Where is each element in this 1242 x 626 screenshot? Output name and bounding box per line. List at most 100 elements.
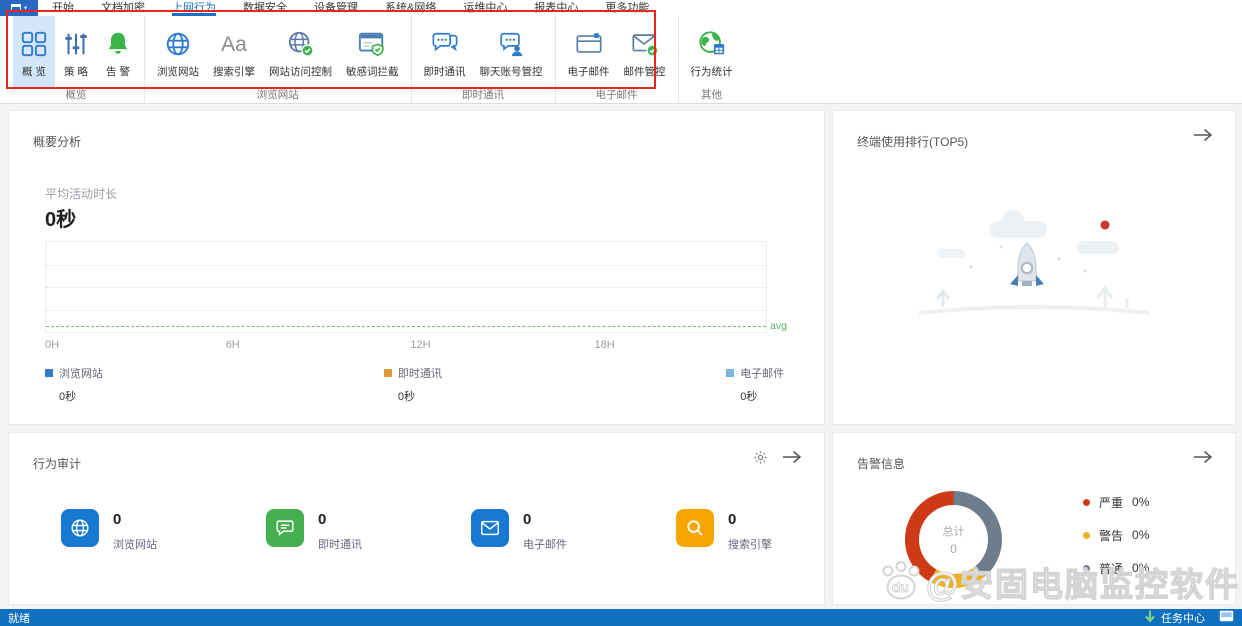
globe-icon: [164, 27, 192, 61]
chat-user-icon: [497, 27, 525, 61]
tab-report-center[interactable]: 报表中心: [534, 0, 578, 16]
monitor-icon[interactable]: [1219, 610, 1234, 625]
tab-device-management[interactable]: 设备管理: [314, 0, 358, 16]
activity-line-chart: avg: [45, 241, 767, 333]
gear-icon[interactable]: [753, 450, 768, 465]
arrow-right-icon[interactable]: [1193, 127, 1213, 143]
audit-stat-email: 0 电子邮件: [471, 509, 676, 552]
legend-value: 0秒: [398, 388, 442, 404]
metric-value: 0秒: [45, 203, 76, 232]
legend-value: 0%: [1132, 495, 1149, 509]
x-tick: 6H: [226, 339, 240, 351]
legend-swatch: [726, 369, 734, 377]
menu-tabs: 开始 文档加密 上网行为 数据安全 设备管理 系统&网络 运维中心 报表中心 更…: [52, 0, 649, 16]
app-window-icon: [11, 4, 21, 12]
legend-dot: [1083, 532, 1090, 539]
x-axis-ticks: 0H 6H 12H 18H: [45, 339, 767, 353]
alert-info-panel: 告警信息 总计 0 严重 0%: [832, 432, 1236, 605]
ribbon-item-search-engine[interactable]: Aa 搜索引擎: [206, 16, 262, 88]
tab-doc-encryption[interactable]: 文档加密: [101, 0, 145, 16]
average-line: [46, 326, 766, 327]
summary-analysis-panel: 概要分析 平均活动时长 0秒 avg 0H 6H 12H 18H: [8, 110, 825, 425]
legend-item: 浏览网站 0秒: [45, 365, 103, 404]
arrow-right-icon[interactable]: [1193, 449, 1213, 465]
ribbon-group-label: 即时通讯: [412, 88, 555, 104]
average-line-label: avg: [770, 320, 787, 332]
mail-shield-icon: [631, 27, 659, 61]
legend-label: 警告: [1099, 527, 1123, 544]
legend-label: 即时通讯: [398, 365, 442, 381]
tab-system-network[interactable]: 系统&网络: [385, 0, 436, 16]
tab-more-features[interactable]: 更多功能: [605, 0, 649, 16]
legend-dot: [1083, 565, 1090, 572]
legend-value: 0秒: [59, 388, 103, 404]
arrow-right-icon[interactable]: [782, 449, 802, 465]
task-center-button[interactable]: 任务中心: [1161, 610, 1205, 626]
legend-item: 电子邮件 0秒: [726, 365, 784, 404]
ribbon-item-overview[interactable]: 概 览: [13, 16, 55, 88]
status-bar: 就绪 任务中心: [0, 609, 1242, 626]
download-arrow-icon: [1145, 610, 1155, 626]
globe-calendar-icon: [698, 27, 726, 61]
mail-icon: [471, 509, 509, 547]
alerts-legend: 严重 0% 警告 0% 普通 0%: [1083, 495, 1149, 594]
app-window: ▾ 开始 文档加密 上网行为 数据安全 设备管理 系统&网络 运维中心 报表中心…: [0, 0, 1242, 626]
legend-value: 0%: [1132, 528, 1149, 542]
top-bar: ▾ 开始 文档加密 上网行为 数据安全 设备管理 系统&网络 运维中心 报表中心…: [0, 0, 1242, 104]
stat-value: 0: [318, 511, 362, 528]
mail-icon: [575, 27, 603, 61]
ribbon: 概 览 策 略: [0, 16, 1242, 104]
empty-state-illustration: [909, 209, 1159, 344]
ribbon-item-behavior-statistics[interactable]: 行为统计: [684, 16, 740, 88]
font-icon: Aa: [221, 27, 247, 61]
globe-check-icon: [287, 27, 315, 61]
ribbon-item-chat-account-control[interactable]: 聊天账号管控: [473, 16, 550, 88]
ribbon-item-alerts[interactable]: 告 警: [97, 16, 139, 88]
audit-stats: 0 浏览网站 0 即时通讯: [61, 509, 824, 552]
chevron-down-icon: ▾: [24, 5, 28, 12]
ribbon-item-browse-websites[interactable]: 浏览网站: [150, 16, 206, 88]
panel-title: 终端使用排行(TOP5): [857, 133, 968, 150]
chart-legend: 浏览网站 0秒 即时通讯 0秒 电子邮件 0秒: [9, 365, 824, 409]
alerts-donut-chart: 总计 0: [905, 491, 1002, 588]
ribbon-item-label: 网站访问控制: [269, 64, 332, 79]
ribbon-item-label: 即时通讯: [424, 64, 466, 79]
ribbon-item-sensitive-word-block[interactable]: 敏感词拦截: [339, 16, 406, 88]
ribbon-item-website-access-control[interactable]: 网站访问控制: [262, 16, 339, 88]
ribbon-item-instant-messaging[interactable]: 即时通讯: [417, 16, 473, 88]
menu-tab-row: ▾ 开始 文档加密 上网行为 数据安全 设备管理 系统&网络 运维中心 报表中心…: [0, 0, 1242, 16]
ribbon-item-label: 邮件管控: [624, 64, 666, 79]
ribbon-group-label: 其他: [679, 88, 745, 104]
globe-icon: [61, 509, 99, 547]
ribbon-item-label: 敏感词拦截: [346, 64, 399, 79]
tab-data-security[interactable]: 数据安全: [243, 0, 287, 16]
ribbon-item-policy[interactable]: 策 略: [55, 16, 97, 88]
panel-title: 行为审计: [33, 455, 81, 472]
tab-internet-behavior[interactable]: 上网行为: [172, 0, 216, 16]
metric-label: 平均活动时长: [45, 185, 117, 202]
ribbon-item-label: 浏览网站: [157, 64, 199, 79]
ribbon-item-email[interactable]: 电子邮件: [561, 16, 617, 88]
ribbon-item-label: 策 略: [64, 64, 88, 79]
ribbon-item-label: 告 警: [106, 64, 130, 79]
legend-item: 严重 0%: [1083, 495, 1149, 509]
panel-title: 概要分析: [33, 133, 81, 150]
app-menu-button[interactable]: ▾: [0, 0, 38, 16]
donut-center-value: 0: [950, 542, 957, 556]
legend-item: 警告 0%: [1083, 528, 1149, 542]
ribbon-group-im: 即时通讯 聊天账号管控: [412, 16, 556, 104]
donut-center: 总计 0: [919, 505, 988, 574]
stat-label: 即时通讯: [318, 536, 362, 552]
ribbon-item-mail-control[interactable]: 邮件管控: [617, 16, 673, 88]
legend-dot: [1083, 499, 1090, 506]
tab-home[interactable]: 开始: [52, 0, 74, 16]
ribbon-group-browsing: 浏览网站 Aa 搜索引擎: [145, 16, 412, 104]
ribbon-item-label: 概 览: [22, 64, 46, 79]
stat-label: 电子邮件: [523, 536, 567, 552]
legend-value: 0秒: [740, 388, 784, 404]
legend-label: 普通: [1099, 560, 1123, 577]
x-tick: 12H: [410, 339, 430, 351]
tab-ops-center[interactable]: 运维中心: [463, 0, 507, 16]
legend-item: 即时通讯 0秒: [384, 365, 442, 404]
ribbon-item-label: 聊天账号管控: [480, 64, 543, 79]
